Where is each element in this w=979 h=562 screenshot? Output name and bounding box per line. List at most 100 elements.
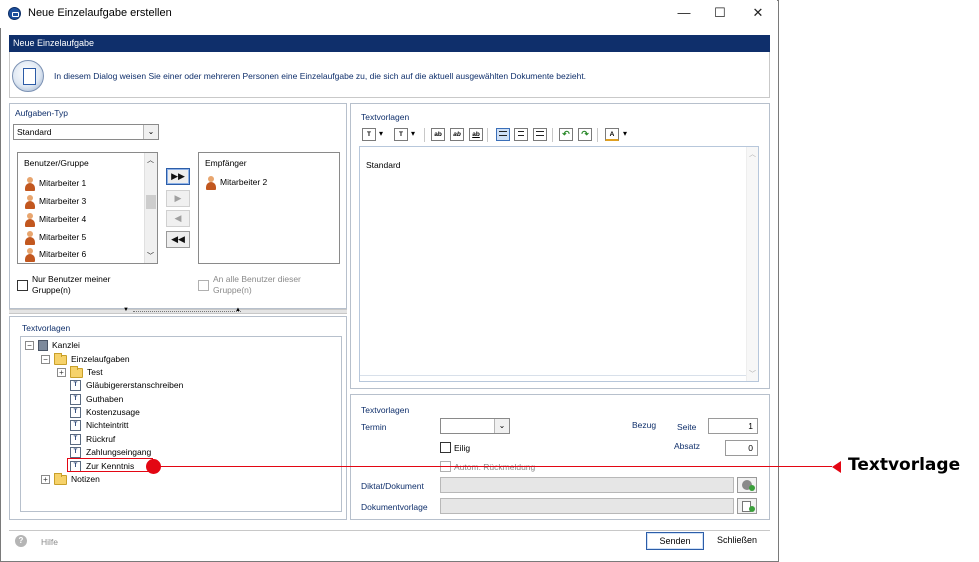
font-size-dropdown-icon[interactable]: ▾ [411, 129, 415, 138]
list-item-label: Mitarbeiter 4 [39, 214, 87, 224]
toolbar-separator [487, 128, 488, 142]
text-template-icon: T [70, 447, 81, 459]
align-center-icon [518, 131, 524, 136]
list-item[interactable]: Mitarbeiter 4 [24, 211, 86, 227]
tree-node-kanzlei[interactable]: − Kanzlei [25, 339, 80, 352]
maximize-icon[interactable]: ☐ [710, 4, 730, 22]
termin-select[interactable]: ⌄ [440, 418, 510, 434]
user-icon [24, 194, 35, 209]
tree-node-template[interactable]: T Gläubigererstanschreiben [70, 379, 183, 392]
minimize-icon[interactable]: — [674, 4, 694, 22]
undo-button[interactable]: ↶ [559, 128, 573, 141]
editor-scrollbar[interactable]: ︿ ﹀ [746, 147, 758, 381]
tree-node-notizen[interactable]: + Notizen [41, 472, 100, 486]
close-button[interactable]: Schließen [712, 532, 762, 550]
tree-node-template[interactable]: T Guthaben [70, 393, 123, 406]
template-tree[interactable]: − Kanzlei − Einzelaufgaben + Test T Gläubige… [20, 336, 342, 512]
tree-node-test[interactable]: + Test [57, 365, 103, 379]
text-color-dropdown-icon[interactable]: ▾ [623, 129, 627, 138]
tree-node-einzelaufgaben[interactable]: − Einzelaufgaben [41, 352, 130, 366]
annotation-label: Textvorlage [848, 455, 961, 475]
tree-node-template[interactable]: T Kostenzusage [70, 406, 140, 419]
remove-all-button[interactable]: ◀◀ [166, 231, 190, 248]
text-color-button[interactable]: A [605, 128, 619, 141]
folder-icon [70, 365, 83, 378]
list-item[interactable]: Mitarbeiter 5 [24, 229, 86, 245]
dialog-header: Neue Einzelaufgabe [9, 35, 770, 52]
tree-node-template[interactable]: T Rückruf [70, 433, 115, 446]
splitter-down-icon[interactable]: ▼ [123, 307, 129, 313]
seite-input[interactable]: 1 [708, 418, 758, 434]
only-my-group-line2: Gruppe(n) [32, 285, 71, 295]
user-icon [24, 212, 35, 227]
scroll-thumb[interactable] [146, 195, 156, 209]
task-document-icon [12, 60, 44, 92]
annotation-highlight [67, 458, 153, 472]
italic-button[interactable]: ab [450, 128, 464, 141]
send-button[interactable]: Senden [646, 532, 704, 550]
toolbar-separator [597, 128, 598, 142]
absatz-input[interactable]: 0 [725, 440, 758, 456]
vorlage-label: Dokumentvorlage [361, 502, 428, 512]
all-group-users-checkbox[interactable] [198, 280, 209, 291]
window-title: Neue Einzelaufgabe erstellen [28, 7, 172, 19]
list-item[interactable]: Mitarbeiter 2 [205, 174, 267, 190]
add-button[interactable]: ▶ [166, 190, 190, 207]
underline-button[interactable]: ab [469, 128, 483, 141]
panel-splitter[interactable]: ▼ ▲ [9, 307, 347, 314]
splitter-up-icon[interactable]: ▲ [235, 307, 241, 313]
scroll-up-icon[interactable]: ︿ [147, 155, 154, 165]
close-icon[interactable]: ✕ [748, 4, 768, 22]
chevron-down-icon[interactable]: ⌄ [494, 419, 509, 433]
align-left-button[interactable] [496, 128, 510, 141]
redo-button[interactable]: ↷ [578, 128, 592, 141]
expand-icon[interactable]: + [41, 475, 50, 485]
help-link[interactable]: Hilfe [41, 537, 58, 547]
recipients-listbox[interactable]: Empfänger Mitarbeiter 2 [198, 152, 340, 264]
align-center-button[interactable] [514, 128, 528, 141]
expand-icon[interactable]: + [57, 368, 66, 378]
task-type-select[interactable]: Standard ⌄ [13, 124, 159, 140]
list-item[interactable]: Mitarbeiter 3 [24, 193, 86, 209]
attach-template-button[interactable] [737, 498, 757, 514]
scroll-down-icon[interactable]: ﹀ [147, 251, 154, 261]
template-text-editor[interactable]: Standard ︿ ﹀ [359, 146, 759, 382]
help-icon[interactable]: ? [15, 535, 27, 547]
list-item[interactable]: Mitarbeiter 6 [24, 246, 86, 262]
tree-label: Textvorlagen [22, 323, 71, 333]
align-right-button[interactable] [533, 128, 547, 141]
tree-node-template[interactable]: T Nichteintritt [70, 419, 129, 432]
collapse-icon[interactable]: − [25, 341, 34, 351]
scroll-down-icon[interactable]: ﹀ [749, 369, 756, 379]
text-template-icon: T [70, 394, 81, 406]
font-dropdown-icon[interactable]: ▾ [379, 129, 383, 138]
scroll-up-icon[interactable]: ︿ [749, 149, 756, 159]
only-my-group-line1: Nur Benutzer meiner [32, 274, 111, 284]
add-all-button[interactable]: ▶▶ [166, 168, 190, 185]
user-icon [24, 230, 35, 245]
tree-node-label: Rückruf [86, 434, 116, 444]
users-header: Benutzer/Gruppe [24, 158, 89, 168]
eilig-label: Eilig [454, 443, 471, 453]
users-scrollbar[interactable]: ︿ ﹀ [144, 153, 157, 263]
tree-node-label: Zahlungseingang [86, 447, 152, 457]
app-icon [8, 7, 21, 20]
diktat-field [440, 477, 734, 493]
editor-hscroll[interactable] [360, 375, 746, 381]
eilig-checkbox[interactable] [440, 442, 451, 453]
text-template-icon: T [70, 407, 81, 419]
tree-node-label: Gläubigererstanschreiben [86, 380, 184, 390]
remove-button[interactable]: ◀ [166, 210, 190, 227]
only-my-group-checkbox[interactable] [17, 280, 28, 291]
chevron-down-icon[interactable]: ⌄ [143, 125, 158, 139]
bold-button[interactable]: ab [431, 128, 445, 141]
attach-document-button[interactable] [737, 477, 757, 493]
users-listbox[interactable]: Benutzer/Gruppe Mitarbeiter 1 Mitarbeite… [17, 152, 158, 264]
font-button[interactable]: T [362, 128, 376, 141]
font-size-button[interactable]: T [394, 128, 408, 141]
list-item[interactable]: Mitarbeiter 1 [24, 175, 86, 191]
editor-label: Textvorlagen [361, 112, 410, 122]
all-group-users-line1: An alle Benutzer dieser [213, 274, 301, 284]
collapse-icon[interactable]: − [41, 355, 50, 365]
tree-node-label: Notizen [71, 474, 100, 484]
